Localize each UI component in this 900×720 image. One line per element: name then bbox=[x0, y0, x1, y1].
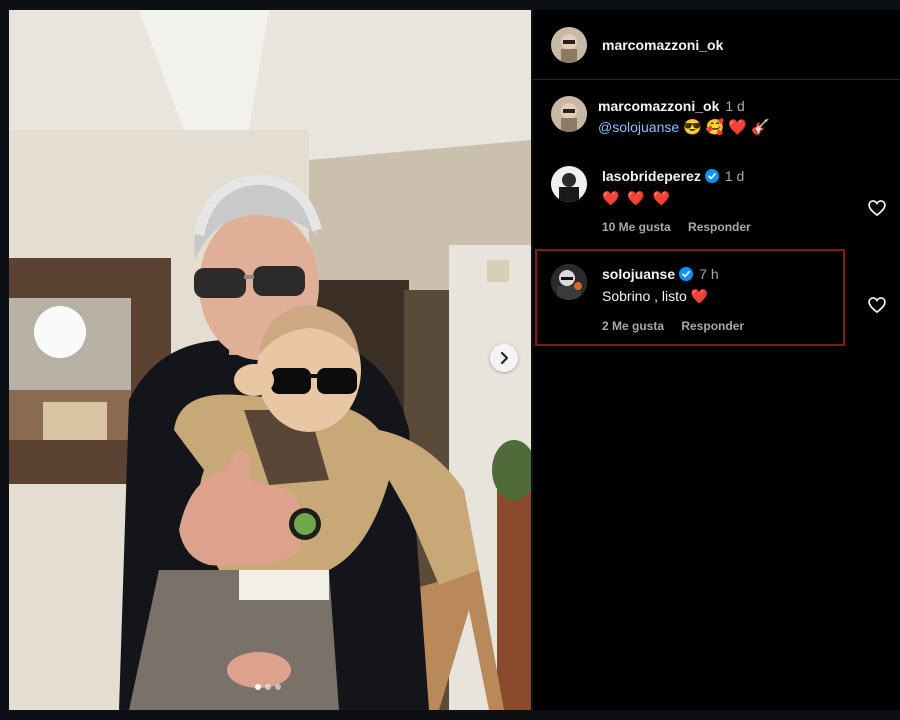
carousel-dot bbox=[275, 684, 281, 690]
caption-time: 1 d bbox=[725, 98, 745, 114]
carousel-indicator bbox=[255, 684, 281, 690]
verified-badge-icon bbox=[679, 267, 694, 281]
caption-username[interactable]: marcomazzoni_ok bbox=[598, 98, 719, 114]
chevron-right-icon bbox=[500, 351, 509, 365]
author-username[interactable]: marcomazzoni_ok bbox=[602, 37, 723, 53]
emoji-smiling-hearts: 🥰 bbox=[705, 119, 725, 136]
next-slide-button[interactable] bbox=[490, 344, 518, 372]
author-avatar[interactable] bbox=[551, 27, 587, 63]
comment-likes[interactable]: 2 Me gusta bbox=[602, 319, 664, 333]
heart-outline-icon[interactable] bbox=[867, 198, 887, 218]
photo-scene bbox=[9, 10, 531, 710]
carousel-dot-active bbox=[255, 684, 261, 690]
comment-time: 7 h bbox=[699, 266, 719, 282]
comment-reply-button[interactable]: Responder bbox=[688, 220, 751, 234]
comment-likes[interactable]: 10 Me gusta bbox=[602, 220, 671, 234]
emoji-sunglasses: 😎 bbox=[683, 119, 702, 136]
comment-item: lasobrideperez 1 d ❤️ ❤️ ❤️ 10 Me gusta R… bbox=[533, 164, 900, 234]
comment-time: 1 d bbox=[724, 168, 745, 184]
carousel-dot bbox=[265, 684, 271, 690]
comment-username[interactable]: solojuanse bbox=[602, 266, 675, 282]
heart-outline-icon[interactable] bbox=[867, 295, 887, 315]
comment-avatar[interactable] bbox=[551, 166, 587, 202]
post-photo[interactable] bbox=[9, 10, 531, 710]
comment-avatar[interactable] bbox=[551, 264, 587, 300]
app-frame: marcomazzoni_ok marcomazzoni_ok 1 d @solo… bbox=[0, 0, 900, 720]
caption-avatar[interactable] bbox=[551, 96, 587, 132]
emoji-guitar: 🎸 bbox=[751, 119, 770, 136]
post-sidebar: marcomazzoni_ok marcomazzoni_ok 1 d @solo… bbox=[533, 10, 900, 710]
comment-text: ❤️ ❤️ ❤️ bbox=[602, 190, 673, 206]
emoji-red-heart: ❤️ bbox=[728, 119, 748, 136]
comment-username[interactable]: lasobrideperez bbox=[602, 168, 701, 184]
caption: marcomazzoni_ok 1 d @solojuanse 😎 🥰 ❤️ 🎸 bbox=[533, 94, 900, 144]
verified-badge-icon bbox=[704, 169, 719, 183]
comment-text: Sobrino , listo ❤️ bbox=[602, 288, 709, 304]
comment-item-highlighted: solojuanse 7 h Sobrino , listo ❤️ 2 Me gu… bbox=[533, 262, 900, 333]
caption-mention[interactable]: @solojuanse bbox=[598, 119, 679, 135]
post-header: marcomazzoni_ok bbox=[533, 10, 900, 80]
comment-reply-button[interactable]: Responder bbox=[681, 319, 744, 333]
